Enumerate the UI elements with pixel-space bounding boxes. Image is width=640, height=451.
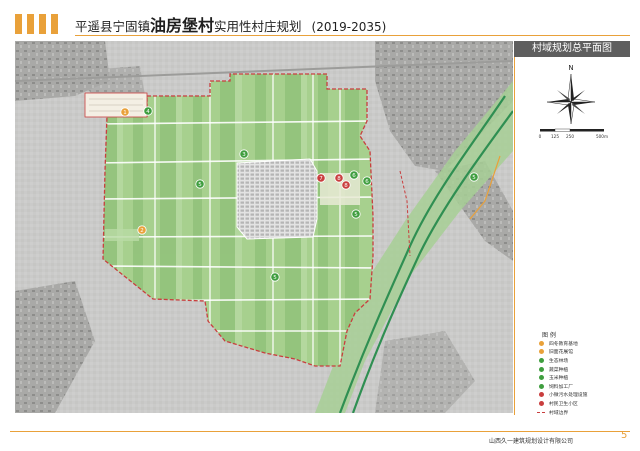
page-number: 5 (621, 430, 628, 441)
marker-label: 7 (319, 176, 323, 182)
header-accent-bar (15, 14, 22, 34)
map-marker[interactable]: 5 (469, 172, 479, 182)
marker-label: 2 (140, 228, 144, 234)
map-marker[interactable]: 1 (120, 107, 130, 117)
map-marker[interactable]: 8 (341, 180, 351, 190)
legend-marker-icon (538, 400, 544, 406)
scale-bar (540, 128, 604, 132)
legend-label: 村域边界 (549, 410, 569, 416)
legend-marker-icon (538, 340, 544, 346)
legend-label: 生态林场 (549, 358, 569, 364)
scale-label: 125 (551, 134, 559, 139)
marker-label: 6 (352, 173, 356, 179)
legend-title: 图 例 (542, 332, 556, 339)
marker-label: 5 (354, 212, 358, 218)
legend-label: 饲料加工厂 (549, 384, 573, 390)
header-accent-bar (51, 14, 58, 34)
map-marker[interactable]: 3 (239, 149, 249, 159)
legend-item: 四冬教育基地 (537, 339, 627, 348)
map-marker[interactable]: 5 (270, 272, 280, 282)
marker-label: 6 (365, 179, 369, 185)
scale-label: 250 (566, 134, 574, 139)
title-years: (2019-2035) (311, 20, 387, 34)
title-suffix: 实用性村庄规划 (214, 19, 302, 34)
map-marker[interactable]: 6 (362, 176, 372, 186)
title-prefix: 平遥县宁固镇 (75, 19, 151, 34)
marker-label: 8 (344, 183, 348, 189)
legend-marker-icon (538, 366, 544, 372)
legend-label: 旧面花展馆 (549, 350, 573, 356)
compass-rose-icon (546, 73, 596, 125)
north-label: N (568, 64, 573, 72)
legend-label: 村民卫生小区 (549, 401, 578, 407)
village-settlement (236, 158, 318, 240)
map-marker[interactable]: 7 (316, 173, 326, 183)
map-marker[interactable]: 5 (351, 209, 361, 219)
legend: 四冬教育基地 旧面花展馆 生态林场 蔬菜种植 玉米种植 饲料加工厂 小微污水处理… (537, 339, 627, 416)
legend-item: 饲料加工厂 (537, 382, 627, 391)
legend-item: 旧面花展馆 (537, 348, 627, 357)
map-marker[interactable]: 5 (195, 179, 205, 189)
legend-item: 生态林场 (537, 356, 627, 365)
page-title: 平遥县宁固镇油房堡村实用性村庄规划 (2019-2035) (75, 12, 386, 36)
title-village: 油房堡村 (150, 16, 215, 35)
village-plan-map[interactable]: 1 2 3 4 5 5 5 5 6 6 7 8 8 (15, 41, 513, 413)
legend-marker-icon (538, 375, 544, 381)
legend-item: 玉米种植 (537, 373, 627, 382)
legend-label: 玉米种植 (549, 376, 569, 382)
scale-label: 500m (596, 134, 608, 139)
legend-marker-icon (538, 383, 544, 389)
legend-item: 村域边界 (537, 408, 627, 417)
north-arrow-compass: N 0 125 250 500m (539, 64, 608, 139)
header-divider (75, 35, 630, 36)
boundary-line-icon (537, 411, 545, 413)
legend-label: 蔬菜种植 (549, 367, 569, 373)
legend-label: 小微污水处理设施 (549, 393, 588, 399)
marker-label: 4 (146, 109, 150, 115)
map-marker[interactable]: 6 (349, 170, 359, 180)
header-accent-bar (27, 14, 34, 34)
marker-label: 8 (337, 176, 341, 182)
parcel (105, 229, 139, 241)
map-marker[interactable]: 2 (137, 225, 147, 235)
header: 平遥县宁固镇油房堡村实用性村庄规划 (2019-2035) (0, 0, 640, 40)
map-marker[interactable]: 4 (143, 106, 153, 116)
header-accent-bar (39, 14, 46, 34)
legend-item: 村民卫生小区 (537, 399, 627, 408)
footer-divider (10, 431, 630, 432)
marker-label: 5 (472, 175, 476, 181)
legend-marker-icon (538, 392, 544, 398)
marker-label: 3 (242, 152, 246, 158)
scale-label: 0 (539, 134, 542, 139)
marker-label: 1 (123, 110, 127, 116)
legend-marker-icon (538, 357, 544, 363)
legend-marker-icon (538, 349, 544, 355)
side-panel-title: 村域规划总平面图 (514, 41, 630, 57)
footer-company: 山西久一建筑规划设计有限公司 (489, 438, 574, 445)
legend-label: 四冬教育基地 (549, 341, 578, 347)
map-marker[interactable]: 8 (334, 173, 344, 183)
marker-label: 5 (273, 275, 277, 281)
marker-label: 5 (198, 182, 202, 188)
legend-item: 小微污水处理设施 (537, 391, 627, 400)
legend-item: 蔬菜种植 (537, 365, 627, 374)
